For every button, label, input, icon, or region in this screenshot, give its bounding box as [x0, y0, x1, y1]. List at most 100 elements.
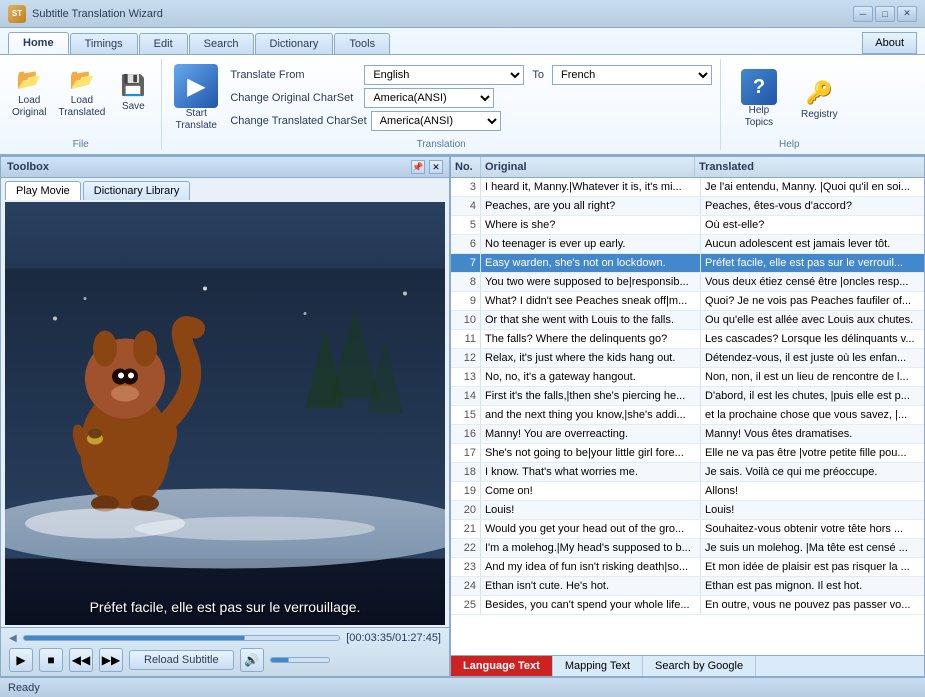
- about-button[interactable]: About: [862, 32, 917, 54]
- video-content: Préfet facile, elle est pas sur le verro…: [5, 202, 445, 625]
- load-original-label: LoadOriginal: [12, 95, 46, 119]
- translate-from-select[interactable]: English French Spanish: [364, 65, 524, 85]
- reload-subtitle-button[interactable]: Reload Subtitle: [129, 650, 234, 670]
- bottom-tab-language-text[interactable]: Language Text: [451, 656, 553, 676]
- player-controls: ◀ [00:03:35/01:27:45] ▶ ■ ◀◀ ▶▶ Reload S…: [1, 627, 449, 676]
- title-bar-left: ST Subtitle Translation Wizard: [8, 5, 163, 23]
- cell-translated: Je sais. Voilà ce qui me préoccupe.: [701, 463, 921, 481]
- table-row[interactable]: 25 Besides, you can't spend your whole l…: [451, 596, 924, 615]
- table-row[interactable]: 23 And my idea of fun isn't risking deat…: [451, 558, 924, 577]
- volume-slider[interactable]: [270, 657, 330, 663]
- cell-original: No, no, it's a gateway hangout.: [481, 368, 701, 386]
- ribbon-group-translation: ▶ StartTranslate Translate From English …: [170, 59, 721, 150]
- tab-dictionary[interactable]: Dictionary: [255, 33, 334, 54]
- translate-to-select[interactable]: French English Spanish: [552, 65, 712, 85]
- video-area: Préfet facile, elle est pas sur le verro…: [5, 202, 445, 625]
- cell-no: 8: [451, 273, 481, 291]
- tab-edit[interactable]: Edit: [139, 33, 188, 54]
- save-label: Save: [122, 101, 145, 113]
- toolbox-header: Toolbox 📌 ✕: [1, 157, 449, 178]
- table-row[interactable]: 14 First it's the falls,|then she's pier…: [451, 387, 924, 406]
- table-body[interactable]: 3 I heard it, Manny.|Whatever it is, it'…: [451, 178, 924, 655]
- cell-translated: Je l'ai entendu, Manny. |Quoi qu'il en s…: [701, 178, 921, 196]
- tab-dictionary-library[interactable]: Dictionary Library: [83, 181, 191, 200]
- cell-no: 12: [451, 349, 481, 367]
- tab-tools[interactable]: Tools: [334, 33, 390, 54]
- maximize-button[interactable]: □: [875, 6, 895, 22]
- registry-button[interactable]: 🔑 Registry: [793, 73, 846, 125]
- cell-translated: Non, non, il est un lieu de rencontre de…: [701, 368, 921, 386]
- cell-no: 3: [451, 178, 481, 196]
- start-translate-button[interactable]: ▶ StartTranslate: [170, 62, 222, 134]
- rewind-button[interactable]: ◀◀: [69, 648, 93, 672]
- table-row[interactable]: 6 No teenager is ever up early. Aucun ad…: [451, 235, 924, 254]
- toolbox-pin-button[interactable]: 📌: [411, 160, 425, 174]
- table-row[interactable]: 22 I'm a molehog.|My head's supposed to …: [451, 539, 924, 558]
- table-row[interactable]: 3 I heard it, Manny.|Whatever it is, it'…: [451, 178, 924, 197]
- help-group-label: Help: [779, 137, 800, 150]
- cell-translated: Et mon idée de plaisir est pas risquer l…: [701, 558, 921, 576]
- header-no: No.: [451, 157, 481, 177]
- cell-original: Would you get your head out of the gro..…: [481, 520, 701, 538]
- registry-label: Registry: [801, 109, 838, 121]
- save-button[interactable]: 💾 Save: [113, 67, 153, 115]
- cell-original: The falls? Where the delinquents go?: [481, 330, 701, 348]
- stop-button[interactable]: ■: [39, 648, 63, 672]
- close-button[interactable]: ✕: [897, 6, 917, 22]
- cell-original: You two were supposed to be|responsib...: [481, 273, 701, 291]
- toolbox-close-button[interactable]: ✕: [429, 160, 443, 174]
- help-topics-button[interactable]: ? HelpTopics: [733, 65, 785, 133]
- table-row[interactable]: 18 I know. That's what worries me. Je sa…: [451, 463, 924, 482]
- table-row[interactable]: 9 What? I didn't see Peaches sneak off|m…: [451, 292, 924, 311]
- charset-trans-row: Change Translated CharSet America(ANSI) …: [230, 111, 712, 131]
- cell-translated: Les cascades? Lorsque les délinquants v.…: [701, 330, 921, 348]
- play-button[interactable]: ▶: [9, 648, 33, 672]
- minimize-button[interactable]: ─: [853, 6, 873, 22]
- table-row[interactable]: 24 Ethan isn't cute. He's hot. Ethan est…: [451, 577, 924, 596]
- table-row[interactable]: 7 Easy warden, she's not on lockdown. Pr…: [451, 254, 924, 273]
- cell-translated: Détendez-vous, il est juste où les enfan…: [701, 349, 921, 367]
- status-bar: Ready: [0, 677, 925, 697]
- controls-row: ▶ ■ ◀◀ ▶▶ Reload Subtitle 🔊: [9, 648, 441, 672]
- table-row[interactable]: 15 and the next thing you know,|she's ad…: [451, 406, 924, 425]
- table-row[interactable]: 5 Where is she? Où est-elle?: [451, 216, 924, 235]
- table-row[interactable]: 20 Louis! Louis!: [451, 501, 924, 520]
- tab-home[interactable]: Home: [8, 32, 69, 54]
- bottom-tab-mapping-text[interactable]: Mapping Text: [553, 656, 643, 676]
- load-translated-button[interactable]: 📂 LoadTranslated: [54, 61, 109, 121]
- table-row[interactable]: 19 Come on! Allons!: [451, 482, 924, 501]
- load-original-icon: 📂: [13, 63, 45, 95]
- tab-timings[interactable]: Timings: [70, 33, 138, 54]
- table-row[interactable]: 8 You two were supposed to be|responsib.…: [451, 273, 924, 292]
- charset-trans-select[interactable]: America(ANSI) UTF-8: [371, 111, 501, 131]
- cell-translated: Manny! Vous êtes dramatises.: [701, 425, 921, 443]
- mute-button[interactable]: 🔊: [240, 648, 264, 672]
- charset-orig-select[interactable]: America(ANSI) UTF-8: [364, 88, 494, 108]
- bottom-tab-search-by-google[interactable]: Search by Google: [643, 656, 756, 676]
- cell-no: 15: [451, 406, 481, 424]
- table-row[interactable]: 17 She's not going to be|your little gir…: [451, 444, 924, 463]
- table-row[interactable]: 13 No, no, it's a gateway hangout. Non, …: [451, 368, 924, 387]
- cell-no: 19: [451, 482, 481, 500]
- cell-translated: Vous deux étiez censé être |oncles resp.…: [701, 273, 921, 291]
- bottom-tabs: Language TextMapping TextSearch by Googl…: [451, 655, 924, 676]
- tab-play-movie[interactable]: Play Movie: [5, 181, 81, 200]
- window-controls: ─ □ ✕: [853, 6, 917, 22]
- seekbar[interactable]: [23, 635, 340, 641]
- tab-search[interactable]: Search: [189, 33, 254, 54]
- cell-original: She's not going to be|your little girl f…: [481, 444, 701, 462]
- cell-original: Or that she went with Louis to the falls…: [481, 311, 701, 329]
- table-row[interactable]: 11 The falls? Where the delinquents go? …: [451, 330, 924, 349]
- charset-trans-label: Change Translated CharSet: [230, 115, 366, 127]
- cell-original: Ethan isn't cute. He's hot.: [481, 577, 701, 595]
- table-row[interactable]: 16 Manny! You are overreacting. Manny! V…: [451, 425, 924, 444]
- load-original-button[interactable]: 📂 LoadOriginal: [8, 61, 50, 121]
- forward-button[interactable]: ▶▶: [99, 648, 123, 672]
- translate-from-row: Translate From English French Spanish To…: [230, 65, 712, 85]
- cell-no: 22: [451, 539, 481, 557]
- table-row[interactable]: 4 Peaches, are you all right? Peaches, ê…: [451, 197, 924, 216]
- table-row[interactable]: 12 Relax, it's just where the kids hang …: [451, 349, 924, 368]
- table-row[interactable]: 21 Would you get your head out of the gr…: [451, 520, 924, 539]
- cell-original: Easy warden, she's not on lockdown.: [481, 254, 701, 272]
- table-row[interactable]: 10 Or that she went with Louis to the fa…: [451, 311, 924, 330]
